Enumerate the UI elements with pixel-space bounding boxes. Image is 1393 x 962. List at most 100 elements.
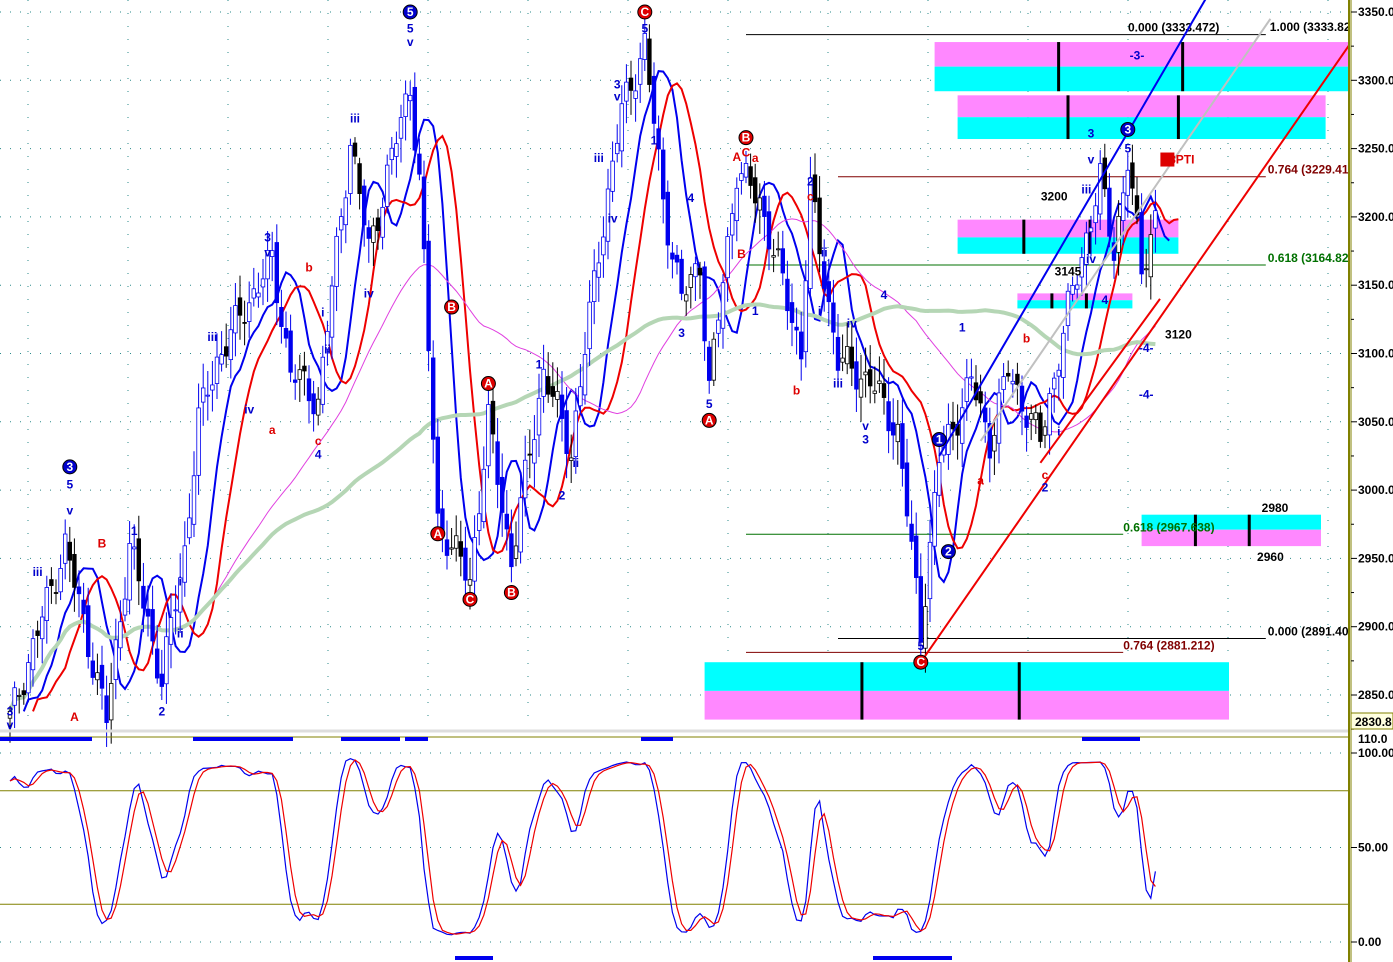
candle-body: [996, 392, 1002, 444]
candle-body: [881, 383, 887, 398]
candle-body: [803, 280, 808, 353]
wave-label: 5: [641, 21, 648, 35]
wave-label: A: [484, 377, 493, 391]
candle-body: [495, 441, 500, 485]
candle-body: [499, 476, 505, 513]
wave-label: b: [1023, 331, 1030, 345]
wave-label: 3145: [1055, 265, 1082, 279]
candle-body: [518, 497, 523, 553]
wave-label: 3200: [1041, 189, 1068, 203]
candle-body: [849, 346, 854, 369]
candle-body: [702, 266, 707, 342]
candle-body: [53, 592, 59, 594]
wave-label: B: [507, 586, 516, 600]
candle-body: [638, 58, 643, 85]
wave-label: 3: [66, 460, 73, 474]
wave-label: iii: [594, 151, 604, 165]
candle-body: [334, 235, 339, 287]
candle-body: [1052, 377, 1057, 390]
candle-body: [21, 690, 26, 696]
wave-label: ii: [177, 627, 184, 641]
candle-body: [131, 546, 137, 550]
candle-body: [205, 394, 210, 397]
candle-body: [895, 423, 900, 443]
candle-body: [279, 306, 284, 327]
candle-body: [1148, 234, 1153, 278]
wave-label: 3: [678, 326, 685, 340]
candle-body: [30, 638, 36, 671]
candle-body: [380, 206, 385, 238]
candle-body: [481, 468, 486, 522]
candle-body: [329, 285, 335, 338]
candle-body: [513, 545, 519, 559]
wave-label: 2: [807, 174, 814, 188]
candle-body: [978, 391, 983, 404]
candle-body: [891, 422, 896, 436]
candle-body: [886, 401, 891, 432]
candle-body: [343, 197, 348, 226]
candle-body: [527, 453, 532, 456]
candle-body: [1065, 290, 1071, 327]
wave-label: C: [916, 655, 925, 669]
candle-body: [711, 338, 716, 381]
candle-body: [914, 535, 919, 579]
wave-label: b: [305, 260, 312, 274]
candle-body: [1019, 385, 1025, 412]
candle-body: [256, 292, 261, 298]
wave-label: a: [752, 151, 759, 165]
candle-body: [1093, 205, 1098, 224]
wave-label: 2: [559, 489, 566, 503]
signal-marker: [641, 737, 673, 741]
wave-label: i: [321, 306, 324, 320]
signal-marker: [1082, 737, 1140, 741]
signal-marker: [455, 956, 493, 960]
candle-body: [246, 302, 252, 322]
wave-label: v: [264, 245, 271, 259]
candle-body: [1029, 413, 1034, 420]
zone-cyan: [957, 237, 1179, 254]
candle-body: [536, 397, 542, 436]
wave-label: 3: [1124, 122, 1131, 136]
wave-label: A: [433, 527, 442, 541]
candle-body: [720, 282, 726, 329]
candle-body: [845, 346, 850, 365]
candle-body: [642, 33, 647, 60]
candle-body: [1024, 415, 1029, 428]
wave-label: 1: [536, 357, 543, 371]
signal-marker: [341, 737, 400, 741]
candle-body: [430, 357, 436, 440]
candle-body: [1130, 162, 1135, 189]
signal-marker: [0, 737, 92, 741]
candle-body: [555, 390, 560, 400]
fib-label: 1.000 (3333.82: [1270, 20, 1351, 34]
wave-label: 3: [1088, 127, 1095, 141]
candle-body: [665, 191, 670, 246]
candle-body: [486, 404, 491, 467]
candle-body: [219, 354, 224, 365]
candle-body: [403, 93, 408, 118]
candle-body: [904, 462, 910, 517]
candle-body: [164, 636, 169, 685]
candle-body: [927, 541, 933, 600]
candle-body: [766, 211, 772, 250]
fib-label: 0.000 (3333.472): [1128, 21, 1219, 35]
wave-label: C: [466, 592, 475, 606]
candle-body: [1121, 192, 1126, 221]
wave-label: i: [179, 575, 182, 589]
candle-body: [12, 687, 17, 706]
stochastic-d-line: [9, 759, 1156, 935]
candle-body: [1116, 215, 1121, 253]
candle-body: [983, 407, 988, 423]
wave-label: v: [407, 35, 414, 49]
candle-body: [233, 305, 238, 334]
wave-label: v: [614, 90, 621, 104]
candle-body: [757, 197, 762, 211]
candle-body: [99, 664, 105, 689]
wave-label: 1: [752, 304, 759, 318]
candle-body: [159, 673, 164, 687]
candle-body: [49, 579, 54, 586]
wave-label: 2960: [1257, 550, 1284, 564]
candle-body: [251, 288, 256, 299]
fib-label: 0.764 (2881.212): [1123, 638, 1214, 652]
candle-body: [799, 331, 804, 360]
